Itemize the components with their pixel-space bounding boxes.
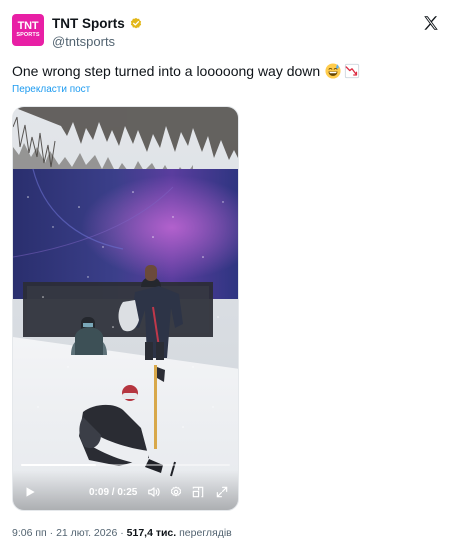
picture-in-picture-icon[interactable] (191, 485, 205, 499)
avatar-logo-subtext: SPORTS (16, 32, 40, 39)
x-logo-icon[interactable] (422, 14, 440, 32)
post-card: TNT SPORTS TNT Sports @tntsports One wro… (0, 0, 452, 547)
avatar-logo-text: TNT (17, 20, 39, 33)
video-progress-bar[interactable] (21, 464, 230, 466)
translate-post-link[interactable]: Перекласти пост (12, 84, 90, 95)
views-label: переглядів (179, 527, 232, 539)
author-name-row: TNT Sports (52, 15, 143, 32)
volume-icon[interactable] (147, 485, 161, 499)
fullscreen-icon[interactable] (215, 485, 229, 499)
handle[interactable]: @tntsports (52, 34, 115, 49)
post-meta: 9:06 пп · 21 лют. 2026 · 517,4 тис. пере… (12, 527, 232, 539)
video-time: 0:09 / 0:25 (89, 487, 138, 498)
post-time[interactable]: 9:06 пп (12, 527, 47, 539)
play-icon[interactable] (23, 485, 37, 499)
post-text: One wrong step turned into a looooong wa… (12, 63, 360, 79)
chart-decreasing-emoji (345, 63, 360, 79)
post-text-content: One wrong step turned into a looooong wa… (12, 63, 321, 79)
video-frame (13, 107, 238, 510)
video-progress-fill (21, 464, 97, 466)
avatar[interactable]: TNT SPORTS (12, 14, 44, 46)
meta-separator: · (49, 527, 54, 539)
display-name[interactable]: TNT Sports (52, 16, 125, 31)
post-date[interactable]: 21 лют. 2026 (56, 527, 117, 539)
views-count: 517,4 тис. (126, 527, 177, 539)
settings-icon[interactable] (169, 485, 183, 499)
video-player[interactable]: 0:09 / 0:25 (12, 106, 239, 511)
verified-badge-icon (130, 17, 141, 28)
grinning-sweat-emoji (325, 63, 341, 79)
meta-separator: · (120, 527, 124, 539)
